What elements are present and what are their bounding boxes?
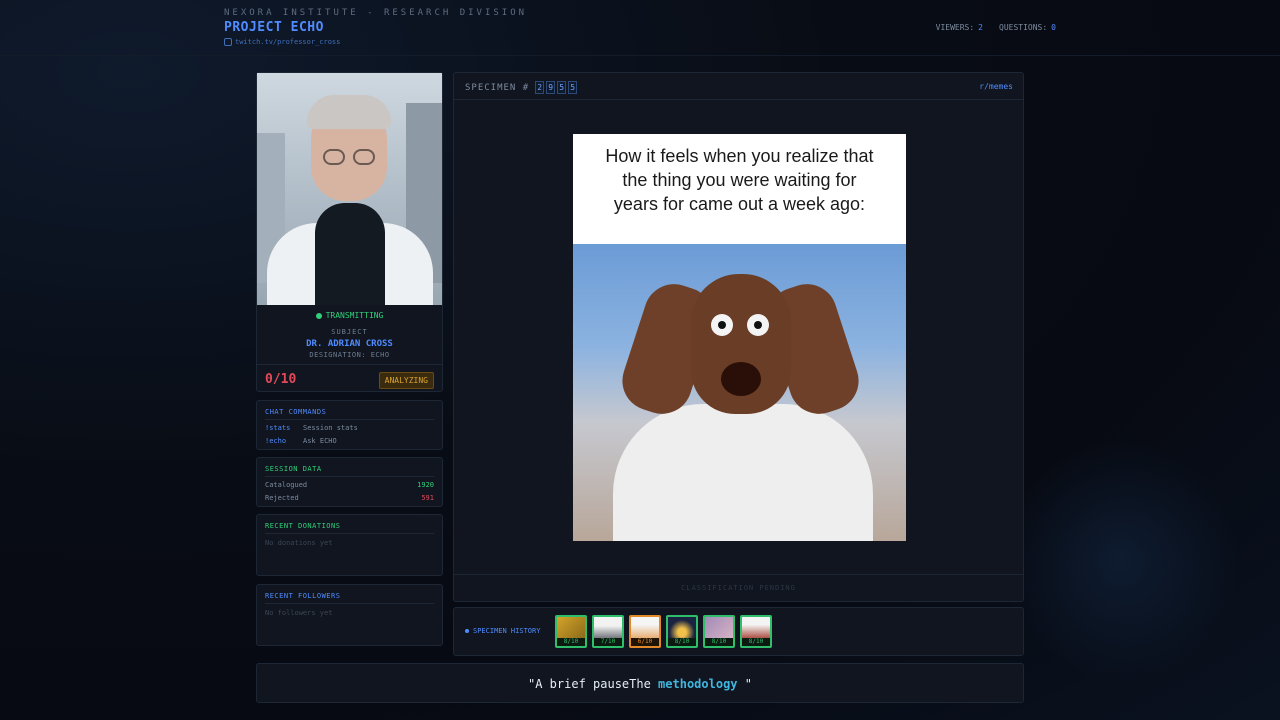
command-name: !stats	[265, 424, 291, 432]
session-data-title: SESSION DATA	[265, 465, 322, 473]
history-thumbnail[interactable]: 8/10	[555, 615, 587, 648]
twitch-icon	[224, 38, 232, 46]
history-score: 8/10	[705, 638, 733, 646]
session-row-label: Catalogued	[265, 481, 308, 489]
status-dot-icon	[315, 312, 322, 319]
stream-stats: VIEWERS: 2 QUESTIONS: 0	[936, 23, 1056, 32]
analyzing-badge: ANALYZING	[378, 372, 434, 389]
specimen-digit: 9	[546, 81, 556, 94]
subject-profile-card: TRANSMITTING SUBJECT DR. ADRIAN CROSS DE…	[256, 72, 443, 392]
meme-image: How it feels when you realize that the t…	[573, 134, 906, 541]
chat-commands-panel: CHAT COMMANDS !stats Session stats !echo…	[256, 400, 443, 450]
history-score: 8/10	[557, 638, 585, 646]
specimen-label: SPECIMEN #	[465, 82, 530, 93]
current-score: 0/10	[265, 372, 297, 387]
followers-empty-text: No followers yet	[265, 609, 333, 617]
divider	[257, 364, 442, 365]
subreddit-source[interactable]: r/memes	[979, 82, 1013, 91]
history-thumbnail[interactable]: 6/10	[629, 615, 661, 648]
specimen-digit: 5	[557, 81, 567, 94]
quote-prefix: "A brief pauseThe	[528, 677, 659, 691]
meme-caption: How it feels when you realize that the t…	[605, 146, 874, 214]
subject-photo	[257, 73, 442, 305]
session-row: Catalogued 1920	[265, 481, 434, 489]
divider	[265, 419, 434, 420]
donations-title: RECENT DONATIONS	[265, 522, 341, 530]
status-text: TRANSMITTING	[325, 311, 384, 320]
command-row: !stats Session stats	[265, 424, 434, 432]
specimen-digit: 2	[535, 81, 545, 94]
recent-followers-panel: RECENT FOLLOWERS No followers yet	[256, 584, 443, 646]
history-dot-icon	[465, 629, 469, 633]
history-score: 8/10	[742, 638, 770, 646]
history-score: 8/10	[668, 638, 696, 646]
history-label: SPECIMEN HISTORY	[473, 627, 541, 635]
divider	[265, 476, 434, 477]
history-thumbnail[interactable]: 8/10	[703, 615, 735, 648]
questions-label: QUESTIONS:	[999, 23, 1048, 32]
viewers-count: 2	[978, 23, 983, 32]
followers-title: RECENT FOLLOWERS	[265, 592, 341, 600]
background-glow	[1000, 440, 1240, 680]
session-row-label: Rejected	[265, 494, 299, 502]
command-desc: Ask ECHO	[303, 437, 337, 445]
command-name: !echo	[265, 437, 287, 445]
divider	[265, 603, 434, 604]
specimen-header: SPECIMEN # 2 9 5 5 r/memes	[454, 73, 1023, 100]
history-thumbnail[interactable]: 8/10	[666, 615, 698, 648]
recent-donations-panel: RECENT DONATIONS No donations yet	[256, 514, 443, 576]
specimen-history-title: SPECIMEN HISTORY	[465, 627, 540, 635]
subject-label: SUBJECT	[331, 328, 368, 336]
transmitting-status: TRANSMITTING	[257, 311, 442, 320]
specimen-history-panel: SPECIMEN HISTORY 8/10 7/10 6/10 8/10 8/1…	[453, 607, 1024, 656]
classification-status: CLASSIFICATION PENDING	[454, 574, 1023, 601]
chat-commands-title: CHAT COMMANDS	[265, 408, 327, 416]
session-data-panel: SESSION DATA Catalogued 1920 Rejected 59…	[256, 457, 443, 507]
quote-highlight: methodology	[658, 677, 738, 691]
history-thumbnail[interactable]: 7/10	[592, 615, 624, 648]
project-title: PROJECT ECHO	[224, 20, 324, 35]
questions-stat: QUESTIONS: 0	[999, 23, 1056, 32]
meme-photo	[573, 244, 906, 541]
specimen-number: SPECIMEN # 2 9 5 5	[465, 81, 578, 94]
viewers-stat: VIEWERS: 2	[936, 23, 983, 32]
divider	[265, 533, 434, 534]
history-score: 6/10	[631, 638, 659, 646]
subject-designation: DESIGNATION: ECHO	[309, 351, 390, 359]
org-name: NEXORA INSTITUTE - RESEARCH DIVISION	[224, 8, 528, 18]
specimen-digit: 5	[568, 81, 578, 94]
session-row: Rejected 591	[265, 494, 434, 502]
channel-link[interactable]: twitch.tv/professor_cross	[224, 38, 340, 46]
catalogued-count: 1920	[417, 481, 434, 489]
questions-count: 0	[1051, 23, 1056, 32]
command-desc: Session stats	[303, 424, 358, 432]
channel-url: twitch.tv/professor_cross	[235, 38, 341, 46]
viewers-label: VIEWERS:	[935, 23, 975, 32]
history-score: 7/10	[594, 638, 622, 646]
echo-quote-bar: "A brief pauseThe methodology "	[256, 663, 1024, 703]
history-thumbnail[interactable]: 8/10	[740, 615, 772, 648]
subject-name: DR. ADRIAN CROSS	[306, 339, 393, 349]
top-bar: NEXORA INSTITUTE - RESEARCH DIVISION PRO…	[0, 0, 1280, 56]
donations-empty-text: No donations yet	[265, 539, 333, 547]
quote-suffix: "	[737, 677, 752, 691]
command-row: !echo Ask ECHO	[265, 437, 434, 445]
specimen-viewer: SPECIMEN # 2 9 5 5 r/memes How it feels …	[453, 72, 1024, 602]
rejected-count: 591	[421, 494, 434, 502]
